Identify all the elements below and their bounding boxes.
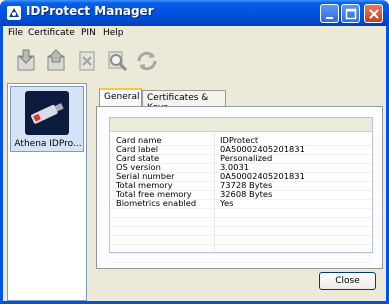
card-details-table: Card name IDProtect Card label 0A5000240520… <box>109 117 373 263</box>
title-bar[interactable]: IDProtect Manager <box>0 0 389 26</box>
menu-bar: File Certificate PIN Help <box>3 26 386 43</box>
table-header <box>110 118 372 132</box>
tab-general[interactable]: General <box>99 88 142 106</box>
device-list: Athena IDPro... <box>7 83 87 301</box>
menu-file[interactable]: File <box>8 28 23 38</box>
close-icon <box>369 9 379 19</box>
app-icon <box>7 6 21 20</box>
toolbar <box>3 45 386 77</box>
refresh-icon[interactable] <box>134 48 160 74</box>
grid-line <box>110 235 372 236</box>
grid-line <box>110 163 372 164</box>
grid-line <box>110 262 372 263</box>
inspect-icon[interactable] <box>104 48 130 74</box>
grid-line <box>110 172 372 173</box>
grid-line <box>110 154 372 155</box>
close-button[interactable]: Close <box>319 272 376 290</box>
window-client: File Certificate PIN Help Athena IDPro..… <box>3 26 386 301</box>
close-window-button[interactable] <box>364 4 383 23</box>
grid-line <box>110 199 372 200</box>
menu-certificate[interactable]: Certificate <box>28 28 75 38</box>
export-icon[interactable] <box>44 48 70 74</box>
grid-line <box>110 253 372 254</box>
row-key: Biometrics enabled <box>116 198 197 208</box>
table-row[interactable]: Biometrics enabled Yes <box>110 199 372 208</box>
usb-token-icon <box>25 91 69 135</box>
grid-line <box>110 181 372 182</box>
grid-line <box>110 217 372 218</box>
general-tab-panel: Card name IDProtect Card label 0A5000240520… <box>96 106 383 269</box>
delete-icon[interactable] <box>74 48 100 74</box>
maximize-button[interactable] <box>341 4 360 23</box>
grid-line <box>110 190 372 191</box>
grid-line <box>110 208 372 209</box>
grid-line <box>110 226 372 227</box>
menu-pin[interactable]: PIN <box>81 28 96 38</box>
minimize-button[interactable] <box>320 4 339 23</box>
grid-line <box>110 244 372 245</box>
menu-help[interactable]: Help <box>103 28 124 38</box>
minimize-icon <box>326 17 333 19</box>
import-icon[interactable] <box>14 48 40 74</box>
app-window: IDProtect Manager File Certificate PIN H… <box>0 0 389 304</box>
tab-certificates-keys[interactable]: Certificates & Keys <box>142 90 226 113</box>
grid-line <box>110 145 372 146</box>
window-title: IDProtect Manager <box>26 4 154 18</box>
row-value: Yes <box>220 198 234 208</box>
maximize-icon <box>345 8 357 20</box>
device-label: Athena IDPro... <box>14 139 82 149</box>
device-item[interactable]: Athena IDPro... <box>10 86 84 152</box>
